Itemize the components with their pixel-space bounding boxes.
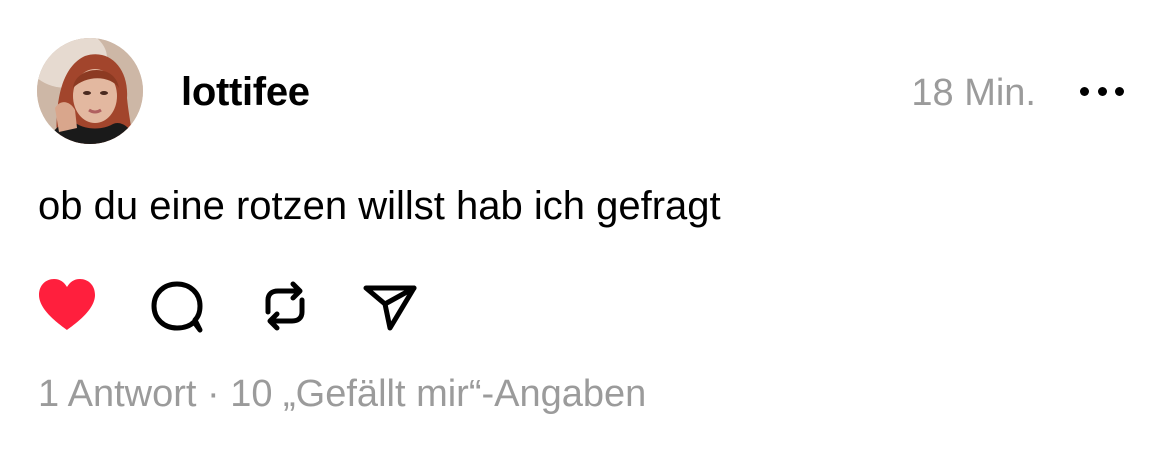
replies-count-link[interactable]: 1 Antwort: [38, 373, 196, 415]
heart-icon: [39, 279, 95, 330]
post-stats: 1 Antwort · 10 „Gefällt mir“-Angaben: [38, 370, 646, 418]
profile-photo-icon: [37, 38, 143, 144]
more-options-button[interactable]: [1080, 76, 1124, 106]
send-icon: [363, 285, 417, 331]
comment-icon: [151, 281, 203, 333]
more-horizontal-icon: [1080, 86, 1089, 96]
like-button[interactable]: [36, 276, 98, 336]
likes-count-link[interactable]: 10 „Gefällt mir“-Angaben: [230, 373, 646, 415]
comment-button[interactable]: [146, 276, 208, 336]
thread-post: lottifee 18 Min. ob du eine rotzen wills…: [0, 0, 1170, 456]
post-timestamp: 18 Min.: [911, 72, 1036, 114]
post-text: ob du eine rotzen willst hab ich gefragt: [38, 184, 721, 228]
more-horizontal-icon-dot: [1097, 86, 1107, 96]
author-username[interactable]: lottifee: [181, 68, 310, 116]
repost-icon: [265, 281, 305, 331]
share-button[interactable]: [360, 276, 422, 336]
stats-separator: ·: [196, 373, 231, 415]
more-horizontal-icon-dot: [1115, 86, 1124, 96]
repost-button[interactable]: [254, 276, 316, 336]
avatar[interactable]: [37, 38, 143, 144]
